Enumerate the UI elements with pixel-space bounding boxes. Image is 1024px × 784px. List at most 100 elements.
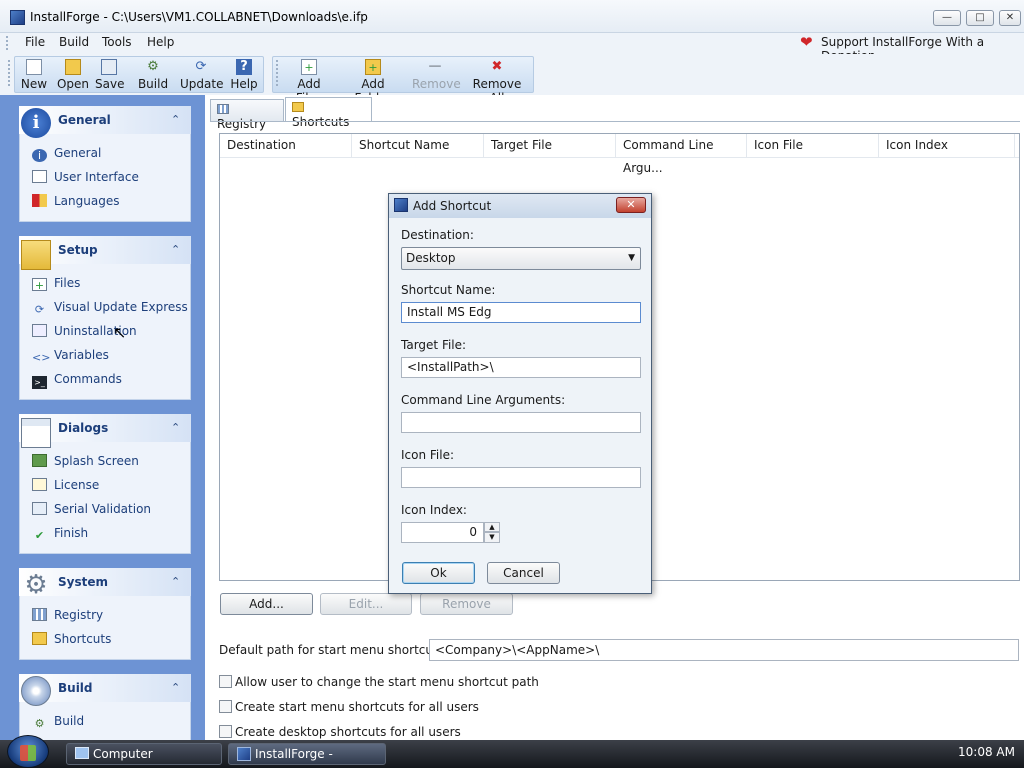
sidebar-item-label: Files	[54, 276, 81, 290]
tab-label: Shortcuts	[292, 115, 350, 129]
maximize-button[interactable]: □	[966, 10, 994, 26]
sidebar-item-splash-screen[interactable]: Splash Screen	[32, 454, 139, 468]
update-button[interactable]: ⟳ Update	[180, 58, 224, 92]
tab-label: Registry	[217, 117, 267, 131]
start-menu-all-users-checkbox[interactable]	[219, 700, 232, 713]
flags-icon	[32, 194, 47, 207]
remove-button[interactable]: Remove	[420, 593, 513, 615]
add-files-button[interactable]: + Add Files	[284, 58, 334, 105]
taskbar-installforge-label: InstallForge - C:\User...	[255, 747, 333, 781]
stepper-up-icon[interactable]: ▲	[484, 522, 500, 532]
desktop-all-users-checkbox[interactable]	[219, 725, 232, 738]
sidebar-item-shortcuts[interactable]: Shortcuts	[32, 632, 111, 646]
windows-logo-icon	[20, 745, 36, 761]
heart-icon[interactable]: ❤	[800, 35, 813, 50]
sidebar-item-license[interactable]: License	[32, 478, 99, 492]
build-button[interactable]: ⚙ Build	[137, 58, 169, 92]
update-icon: ⟳	[195, 59, 207, 74]
taskbar-installforge[interactable]: InstallForge - C:\User...	[228, 743, 386, 781]
menu-file[interactable]: File	[25, 35, 45, 49]
folder-icon	[21, 240, 51, 270]
add-file-icon: +	[301, 59, 317, 75]
tab-shortcuts[interactable]: Shortcuts	[285, 97, 372, 129]
registry-tab-icon	[217, 104, 229, 114]
remove-toolbar-button[interactable]: — Remove	[412, 58, 461, 92]
shortcut-name-label: Shortcut Name:	[401, 283, 496, 297]
edit-button[interactable]: Edit...	[320, 593, 412, 615]
sidebar-item-label: Commands	[54, 372, 122, 386]
dialog-close-button[interactable]: ✕	[616, 197, 646, 213]
column-shortcut-name[interactable]: Shortcut Name	[352, 134, 484, 157]
command-line-args-input[interactable]	[401, 412, 641, 433]
sidebar-item-build[interactable]: ⚙ Build	[32, 714, 85, 730]
sidebar-item-files[interactable]: + Files	[32, 276, 81, 292]
sidebar-item-commands[interactable]: >_ Commands	[32, 372, 122, 389]
taskbar-computer[interactable]: Computer	[66, 743, 222, 765]
sidebar-item-visual-update-express[interactable]: ⟳ Visual Update Express	[32, 300, 188, 316]
collapse-general-icon[interactable]: ⌃	[171, 113, 180, 126]
panel-general-title: General	[58, 113, 111, 127]
add-button[interactable]: Add...	[220, 593, 313, 615]
menu-grip	[6, 36, 9, 50]
allow-change-path-checkbox[interactable]	[219, 675, 232, 688]
sidebar-item-variables[interactable]: <> Variables	[32, 348, 109, 364]
collapse-system-icon[interactable]: ⌃	[171, 575, 180, 588]
help-button[interactable]: ? Help	[230, 58, 258, 92]
icon-file-input[interactable]	[401, 467, 641, 488]
sidebar-item-finish[interactable]: ✔ Finish	[32, 526, 88, 542]
stepper-down-icon[interactable]: ▼	[484, 532, 500, 543]
collapse-setup-icon[interactable]: ⌃	[171, 243, 180, 256]
disc-icon	[21, 676, 51, 706]
dialog-window-icon	[21, 418, 51, 448]
cancel-button[interactable]: Cancel	[487, 562, 560, 584]
collapse-build-icon[interactable]: ⌃	[171, 681, 180, 694]
sidebar-item-registry[interactable]: Registry	[32, 608, 103, 622]
column-command-line-args[interactable]: Command Line Argu...	[616, 134, 747, 175]
shortcut-name-input[interactable]: Install MS Edg	[401, 302, 641, 323]
icon-index-stepper[interactable]: 0	[401, 522, 484, 543]
save-icon	[101, 59, 117, 75]
file-add-icon: +	[32, 278, 47, 292]
close-button[interactable]: ✕	[999, 10, 1021, 26]
minimize-button[interactable]: —	[933, 10, 961, 26]
clock[interactable]: 10:08 AM	[958, 745, 1015, 759]
save-button[interactable]: Save	[95, 58, 124, 92]
help-label: Help	[230, 77, 258, 91]
update-small-icon: ⟳	[34, 303, 45, 316]
sidebar-item-label: Variables	[54, 348, 109, 362]
column-icon-file[interactable]: Icon File	[747, 134, 879, 157]
sidebar-item-languages[interactable]: Languages	[32, 194, 119, 208]
open-button[interactable]: Open	[56, 58, 90, 92]
header-divider	[220, 157, 1019, 158]
sidebar-item-user-interface[interactable]: User Interface	[32, 170, 139, 184]
ok-button[interactable]: Ok	[402, 562, 475, 584]
taskbar-computer-label: Computer	[93, 747, 153, 761]
default-path-input[interactable]: <Company>\<AppName>\	[429, 639, 1019, 661]
allow-change-path-label: Allow user to change the start menu shor…	[235, 675, 539, 689]
registry-icon	[32, 608, 47, 621]
menu-tools[interactable]: Tools	[102, 35, 132, 49]
destination-select[interactable]: Desktop ▼	[401, 247, 641, 270]
sidebar-item-label: Finish	[54, 526, 89, 540]
column-icon-index[interactable]: Icon Index	[879, 134, 1015, 157]
tab-registry[interactable]: Registry	[210, 99, 284, 131]
sidebar-item-label: Serial Validation	[54, 502, 152, 516]
target-file-input[interactable]: <InstallPath>\	[401, 357, 641, 378]
info-icon: i	[21, 108, 51, 138]
new-button[interactable]: New	[19, 58, 49, 92]
sidebar-item-label: Registry	[54, 608, 104, 622]
collapse-dialogs-icon[interactable]: ⌃	[171, 421, 180, 434]
panel-setup-title: Setup	[58, 243, 98, 257]
splash-icon	[32, 454, 47, 467]
remove-all-button[interactable]: ✖ Remove All	[465, 58, 529, 105]
new-label: New	[20, 77, 48, 91]
sidebar-item-label: Visual Update Express	[54, 300, 188, 314]
column-target-file[interactable]: Target File	[484, 134, 616, 157]
sidebar-item-general[interactable]: i General	[32, 146, 101, 162]
sidebar-item-serial-validation[interactable]: Serial Validation	[32, 502, 151, 516]
column-destination[interactable]: Destination	[220, 134, 352, 157]
update-label: Update	[180, 77, 224, 91]
menu-help[interactable]: Help	[147, 35, 174, 49]
add-folder-button[interactable]: + Add Folder	[342, 58, 404, 105]
menu-build[interactable]: Build	[59, 35, 89, 49]
